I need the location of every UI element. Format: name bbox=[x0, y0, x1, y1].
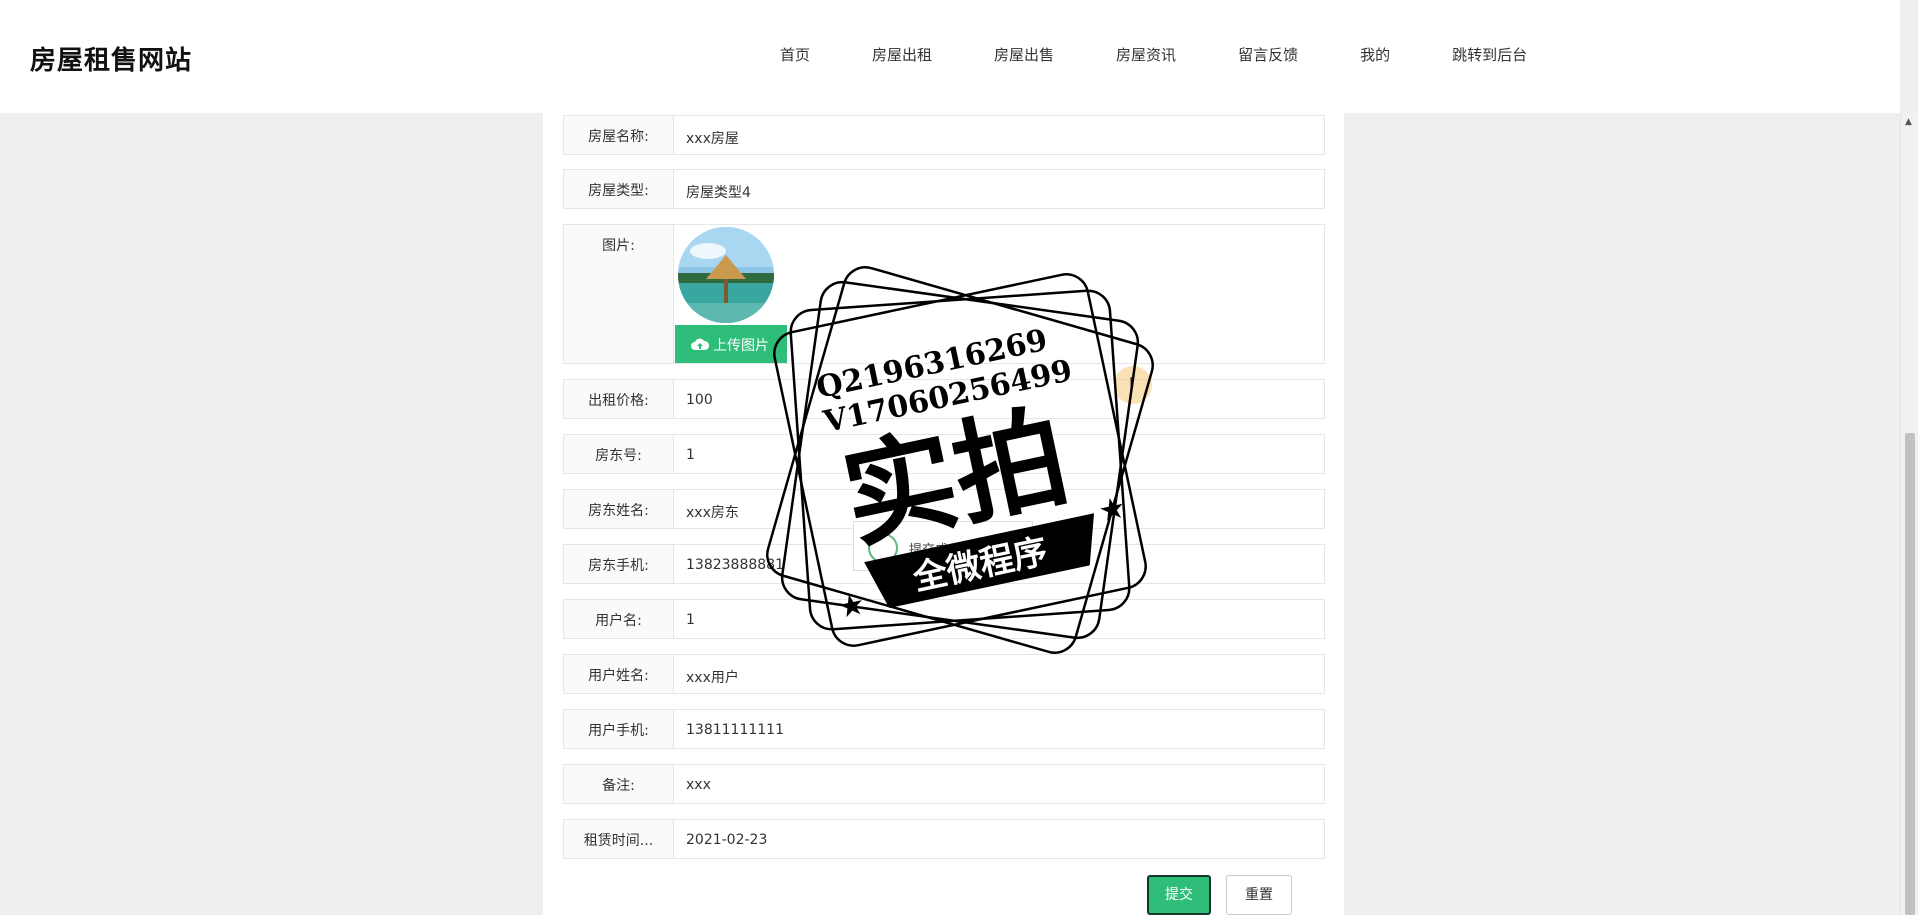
form-row-house-name: 房屋名称: xxx房屋 bbox=[563, 115, 1325, 155]
success-toast: 提交成功 bbox=[853, 521, 1033, 571]
form-row-rent-time: 租赁时间... 2021-02-23 bbox=[563, 819, 1325, 859]
nav-admin[interactable]: 跳转到后台 bbox=[1452, 44, 1527, 65]
form-row-user-fullname: 用户姓名: xxx用户 bbox=[563, 654, 1325, 694]
nav-house-news[interactable]: 房屋资讯 bbox=[1116, 44, 1176, 65]
user-phone-input[interactable]: 13811111111 bbox=[675, 710, 1324, 748]
user-phone-label: 用户手机: bbox=[564, 710, 674, 748]
rental-form-panel: 房屋名称: xxx房屋 房屋类型: 房屋类型4 图片: 上传图片 出租价格: 1… bbox=[543, 113, 1344, 915]
landlord-no-label: 房东号: bbox=[564, 435, 674, 473]
nav-house-rent[interactable]: 房屋出租 bbox=[872, 44, 932, 65]
image-field: 上传图片 bbox=[675, 225, 1324, 363]
nav-feedback[interactable]: 留言反馈 bbox=[1238, 44, 1298, 65]
nav-mine[interactable]: 我的 bbox=[1360, 44, 1390, 65]
cloud-upload-icon bbox=[691, 337, 710, 355]
rent-price-input[interactable]: 100 bbox=[675, 380, 1324, 418]
username-label: 用户名: bbox=[564, 600, 674, 638]
landlord-no-input[interactable]: 1 bbox=[675, 435, 1324, 473]
remark-label: 备注: bbox=[564, 765, 674, 803]
site-brand[interactable]: 房屋租售网站 bbox=[30, 40, 192, 77]
form-row-user-phone: 用户手机: 13811111111 bbox=[563, 709, 1325, 749]
house-name-input[interactable]: xxx房屋 bbox=[675, 116, 1324, 154]
house-image bbox=[678, 227, 774, 323]
username-input[interactable]: 1 bbox=[675, 600, 1324, 638]
form-row-image: 图片: 上传图片 bbox=[563, 224, 1325, 364]
scrollbar-thumb[interactable] bbox=[1905, 433, 1915, 915]
form-row-rent-price: 出租价格: 100 bbox=[563, 379, 1325, 419]
rent-time-label: 租赁时间... bbox=[564, 820, 674, 858]
landlord-name-label: 房东姓名: bbox=[564, 490, 674, 528]
toast-message: 提交成功 bbox=[909, 543, 962, 558]
image-label: 图片: bbox=[564, 225, 674, 363]
nav-home[interactable]: 首页 bbox=[780, 44, 810, 65]
mouse-cursor-highlight: I bbox=[1114, 366, 1152, 404]
nav-house-sale[interactable]: 房屋出售 bbox=[994, 44, 1054, 65]
remark-input[interactable]: xxx bbox=[675, 765, 1324, 803]
text-cursor-icon: I bbox=[1129, 374, 1134, 392]
landlord-phone-label: 房东手机: bbox=[564, 545, 674, 583]
form-row-landlord-no: 房东号: 1 bbox=[563, 434, 1325, 474]
main-nav: 首页 房屋出租 房屋出售 房屋资讯 留言反馈 我的 跳转到后台 bbox=[780, 44, 1589, 65]
upload-image-button[interactable]: 上传图片 bbox=[675, 325, 787, 363]
upload-image-label: 上传图片 bbox=[713, 338, 769, 354]
form-row-username: 用户名: 1 bbox=[563, 599, 1325, 639]
form-row-remark: 备注: xxx bbox=[563, 764, 1325, 804]
reset-button[interactable]: 重置 bbox=[1226, 875, 1292, 915]
form-row-house-type: 房屋类型: 房屋类型4 bbox=[563, 169, 1325, 209]
user-fullname-input[interactable]: xxx用户 bbox=[675, 655, 1324, 693]
top-navbar: 房屋租售网站 首页 房屋出租 房屋出售 房屋资讯 留言反馈 我的 跳转到后台 bbox=[0, 0, 1900, 113]
scroll-up-arrow-icon[interactable]: ▲ bbox=[1905, 117, 1912, 127]
house-name-label: 房屋名称: bbox=[564, 116, 674, 154]
house-type-input[interactable]: 房屋类型4 bbox=[675, 170, 1324, 208]
page-scrollbar[interactable]: ▲ bbox=[1900, 113, 1918, 915]
check-circle-icon bbox=[868, 533, 898, 563]
submit-button[interactable]: 提交 bbox=[1147, 875, 1211, 915]
user-fullname-label: 用户姓名: bbox=[564, 655, 674, 693]
house-type-label: 房屋类型: bbox=[564, 170, 674, 208]
rent-time-input[interactable]: 2021-02-23 bbox=[675, 820, 1324, 858]
rent-price-label: 出租价格: bbox=[564, 380, 674, 418]
